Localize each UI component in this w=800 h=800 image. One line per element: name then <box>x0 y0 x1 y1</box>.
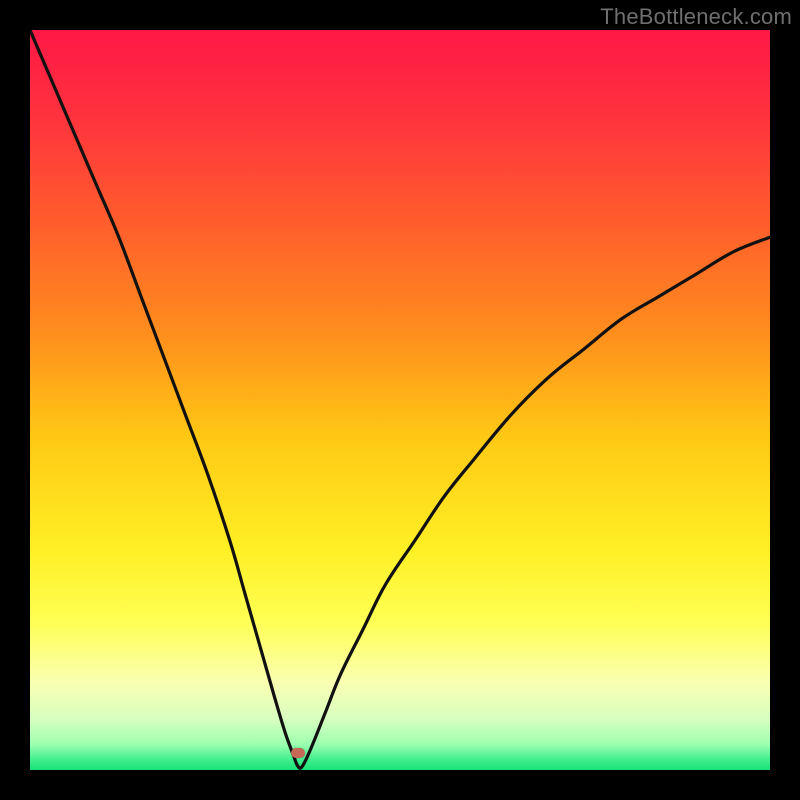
watermark-text: TheBottleneck.com <box>600 4 792 30</box>
chart-frame: TheBottleneck.com <box>0 0 800 800</box>
optimal-marker <box>291 748 305 758</box>
bottleneck-curve <box>30 30 770 770</box>
plot-area <box>30 30 770 770</box>
